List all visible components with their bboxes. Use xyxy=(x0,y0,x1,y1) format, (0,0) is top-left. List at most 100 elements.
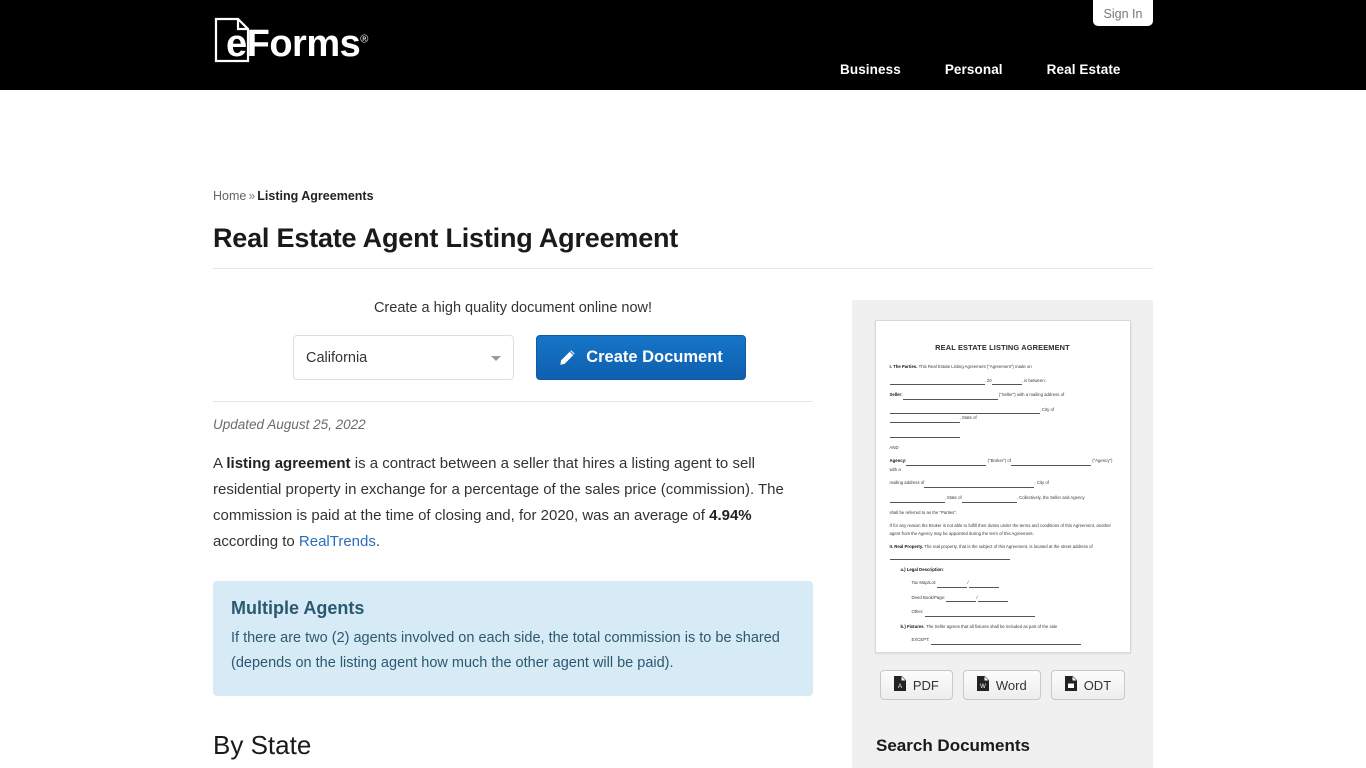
preview-parties-text: This Real Estate Listing Agreement ("Agr… xyxy=(917,364,1032,369)
cta-divider xyxy=(213,401,813,402)
preview-and: AND xyxy=(889,444,899,450)
preview-personal-property: c.) Personal Property. The Seller agrees… xyxy=(890,651,1116,653)
download-pdf-button[interactable]: A PDF xyxy=(879,670,953,700)
preview-realproperty-text: The real property, that is the subject o… xyxy=(923,544,1093,550)
blank-line xyxy=(889,414,960,423)
preview-seller-text: ("Seller") with a mailing address of xyxy=(997,392,1065,398)
preview-seller-city: , City of xyxy=(1039,406,1055,412)
blank-line xyxy=(924,479,1035,488)
blank-line xyxy=(889,377,985,386)
odt-file-icon xyxy=(1064,676,1077,694)
intro-bold-2: 4.94% xyxy=(709,507,752,524)
state-select[interactable]: California xyxy=(293,335,514,380)
signin-container: Sign In xyxy=(1093,0,1153,26)
preview-personal-label: c.) Personal Property xyxy=(901,652,944,653)
preview-legal-desc-label: a.) Legal Description xyxy=(900,566,943,572)
site-header: Sign In eForms® Business Personal Real E… xyxy=(0,0,1366,90)
preview-between-text: , is between: xyxy=(1021,377,1046,383)
nav-item-personal[interactable]: Personal xyxy=(945,62,1003,77)
preview-agency-line: Agency: ("Broker") of ("Agency") with a xyxy=(890,457,1116,473)
preview-parties-line2: , 20 , is between: xyxy=(889,377,1116,386)
preview-broker-fail: If for any reason the Broker is not able… xyxy=(889,523,1111,536)
blank-line xyxy=(1011,457,1091,466)
blank-line xyxy=(968,579,999,588)
nav-item-real-estate[interactable]: Real Estate xyxy=(1047,62,1121,77)
pdf-file-icon: A xyxy=(893,676,906,694)
preview-fixtures: b.) Fixtures. The Seller agrees that all… xyxy=(890,623,1116,631)
state-select-value: California xyxy=(306,349,368,366)
preview-agency-city: , City of xyxy=(1034,480,1049,486)
preview-agency-broker: ("Broker") of xyxy=(986,458,1011,464)
blank-line xyxy=(906,457,987,466)
preview-seller-line2: , City of , State of xyxy=(889,406,1116,423)
preview-seller-line: Seller: ("Seller") with a mailing addres… xyxy=(890,391,1116,400)
logo-wordmark: eForms® xyxy=(226,25,368,63)
intro-bold-1: listing agreement xyxy=(226,455,351,472)
preview-fixtures-label: b.) Fixtures xyxy=(900,623,924,629)
document-preview-thumbnail[interactable]: REAL ESTATE LISTING AGREEMENT I. The Par… xyxy=(874,320,1131,653)
create-document-label: Create Document xyxy=(586,348,723,366)
title-divider xyxy=(213,268,1153,269)
preview-parties-label: I. The Parties. xyxy=(889,364,918,369)
preview-year-prefix: , 20 xyxy=(984,377,992,383)
logo-text: eForms xyxy=(226,23,361,65)
download-pdf-label: PDF xyxy=(912,677,939,693)
preview-other: Other: xyxy=(890,608,1116,617)
cta-tagline: Create a high quality document online no… xyxy=(373,300,653,316)
breadcrumb-separator: » xyxy=(248,189,256,203)
preview-agency-mailing: mailing address of xyxy=(889,480,925,486)
registered-trademark-icon: ® xyxy=(360,33,368,46)
preview-agency-label: Agency: xyxy=(889,458,907,464)
search-documents-heading: Search Documents xyxy=(876,736,1030,755)
preview-realproperty-label: II. Real Property. xyxy=(889,544,924,550)
blank-line xyxy=(991,377,1022,386)
preview-deed-book-label: Deed Book/Page: xyxy=(911,594,946,600)
preview-realproperty-line: II. Real Property. The real property, th… xyxy=(889,543,1116,560)
download-odt-label: ODT xyxy=(1083,677,1112,693)
preview-legal-desc: a.) Legal Description: xyxy=(890,566,1116,574)
breadcrumb: Home» Listing Agreements xyxy=(213,189,374,203)
create-document-button[interactable]: Create Document xyxy=(536,335,746,380)
main-navigation: Business Personal Real Estate xyxy=(840,62,1121,77)
intro-text-1: A xyxy=(213,455,227,472)
blank-line xyxy=(930,636,1081,646)
sign-in-button[interactable]: Sign In xyxy=(1093,0,1153,26)
preview-tax-map-label: Tax Map/Lot: xyxy=(911,580,937,586)
realtrends-link[interactable]: RealTrends xyxy=(299,533,376,550)
page-title: Real Estate Agent Listing Agreement xyxy=(213,223,679,253)
download-odt-button[interactable]: ODT xyxy=(1050,670,1126,700)
word-file-icon: W xyxy=(976,676,989,694)
updated-date: Updated August 25, 2022 xyxy=(213,417,366,432)
intro-text-4: . xyxy=(375,533,381,550)
blank-line xyxy=(961,494,1017,503)
download-word-label: Word xyxy=(995,677,1027,693)
preview-agency-state: , State of xyxy=(944,494,962,500)
callout-title: Multiple Agents xyxy=(231,598,365,618)
create-document-row: California Create Document xyxy=(213,335,813,380)
preview-deed-book: Deed Book/Page: / xyxy=(890,594,1116,603)
preview-tax-map: Tax Map/Lot: / xyxy=(890,579,1116,588)
preview-other-label: Other: xyxy=(911,609,924,615)
main-content-column: Create a high quality document online no… xyxy=(213,290,813,768)
sidebar: REAL ESTATE LISTING AGREEMENT I. The Par… xyxy=(852,300,1153,768)
blank-line xyxy=(937,579,968,588)
preview-doc-title: REAL ESTATE LISTING AGREEMENT xyxy=(935,343,1070,352)
breadcrumb-current: Listing Agreements xyxy=(257,189,374,203)
preview-seller-label: Seller: xyxy=(889,392,903,398)
intro-paragraph: A listing agreement is a contract betwee… xyxy=(213,451,798,555)
preview-seller-line3 xyxy=(889,429,1116,438)
site-logo[interactable]: eForms® xyxy=(214,17,368,63)
preview-seller-state: , State of xyxy=(959,415,977,421)
chevron-down-icon xyxy=(491,355,501,361)
preview-parties-line: I. The Parties. This Real Estate Listing… xyxy=(890,363,1116,371)
preview-agency-collective: , Collectively, the Seller and Agency xyxy=(1016,494,1085,500)
blank-line xyxy=(924,608,1035,617)
blank-line xyxy=(889,406,1040,415)
download-word-button[interactable]: W Word xyxy=(962,670,1041,700)
document-preview-content: REAL ESTATE LISTING AGREEMENT I. The Par… xyxy=(876,321,1130,653)
nav-item-business[interactable]: Business xyxy=(840,62,901,77)
multiple-agents-callout: Multiple Agents If there are two (2) age… xyxy=(213,581,813,696)
preview-agency-line2: mailing address of , City of xyxy=(890,479,1116,488)
breadcrumb-home[interactable]: Home xyxy=(213,189,246,203)
preview-legal-desc-colon: : xyxy=(942,566,944,572)
